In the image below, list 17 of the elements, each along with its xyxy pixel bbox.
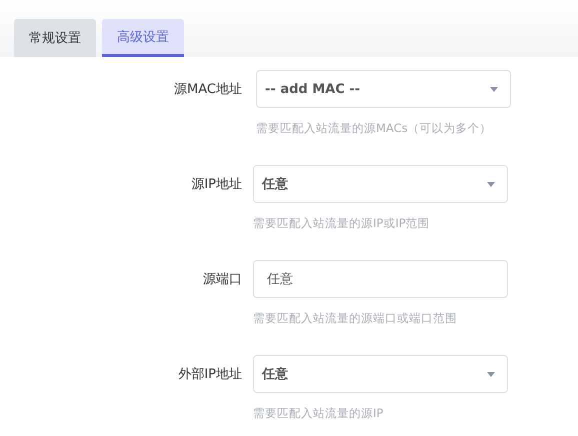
select-field[interactable]: -- add MAC --	[256, 70, 511, 108]
field-label: 源IP地址	[190, 176, 242, 193]
caret-icon	[490, 86, 498, 92]
input-field[interactable]: 任意	[253, 260, 508, 298]
tab[interactable]: 常规设置	[14, 19, 96, 57]
caret-icon	[487, 182, 495, 186]
tab[interactable]: 高级设置	[102, 19, 184, 57]
select-field[interactable]: 任意	[253, 165, 508, 203]
field-label: 源端口	[202, 271, 242, 288]
help-text: 需要匹配入站流量的源IP	[253, 406, 384, 421]
field-label: 源MAC地址	[173, 81, 242, 98]
select-field[interactable]: 任意	[253, 355, 508, 393]
help-text: 需要匹配入站流量的源MACs（可以为多个）	[256, 121, 493, 136]
help-text: 需要匹配入站流量的源端口或端口范围	[253, 311, 458, 326]
caret-icon	[487, 372, 495, 376]
help-text: 需要匹配入站流量的源IP或IP范围	[253, 216, 431, 231]
field-label: 外部IP地址	[177, 366, 242, 383]
